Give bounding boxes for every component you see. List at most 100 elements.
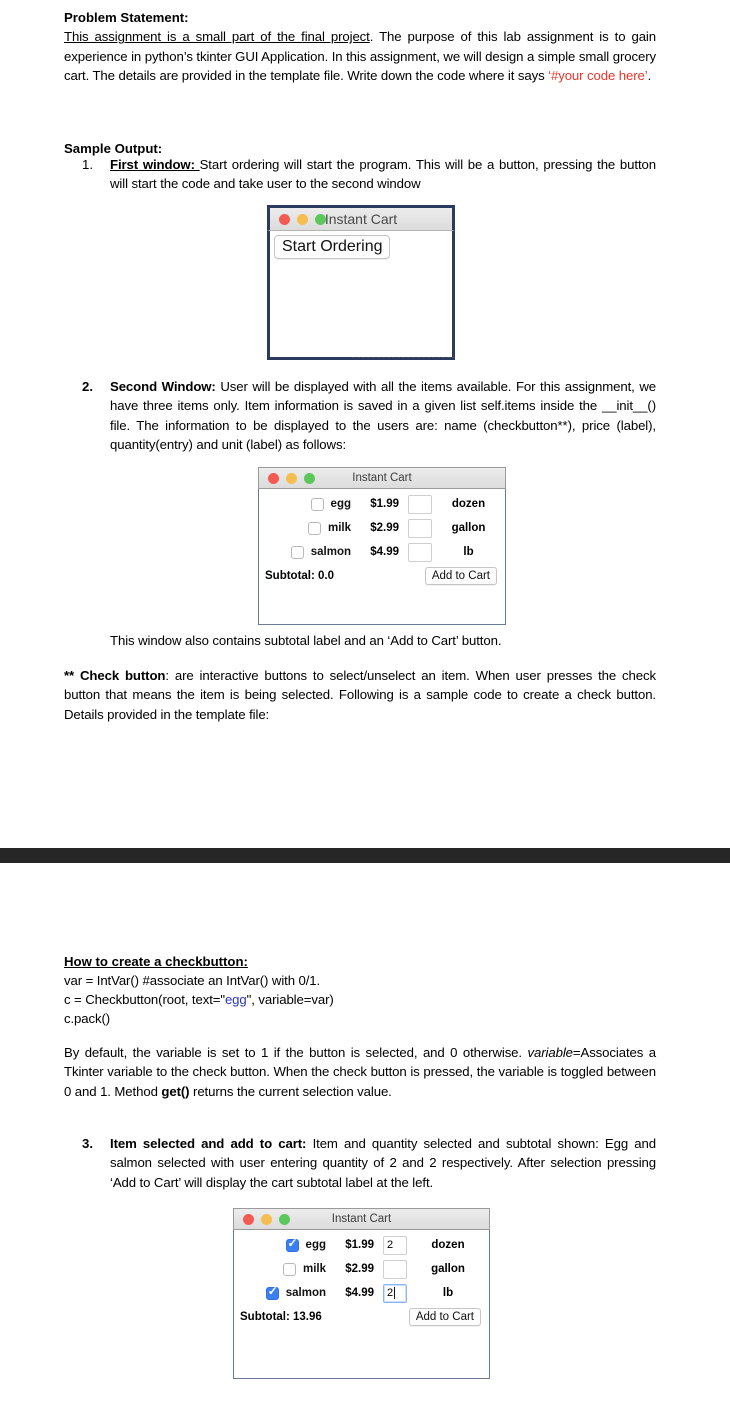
page-break-band <box>0 848 730 863</box>
default-note-part3: returns the current selection value. <box>189 1083 392 1099</box>
add-to-cart-button[interactable]: Add to Cart <box>424 567 497 585</box>
zoom-button-icon[interactable] <box>304 472 315 484</box>
list-item-3-text: Item selected and add to cart: Item and … <box>110 1134 656 1192</box>
item-price-label: $2.99 <box>345 1263 374 1275</box>
checkbutton-note-lead: ** Check button <box>64 668 166 683</box>
problem-statement-underlined: This assignment is a small part of the f… <box>64 29 370 45</box>
checkbox-unchecked-icon[interactable] <box>310 497 324 511</box>
problem-statement-period: . <box>647 68 652 84</box>
item-quantity-entry[interactable] <box>408 494 432 514</box>
list-item-3-lead: Item selected and add to cart: <box>110 1136 313 1151</box>
item-price-label: $1.99 <box>370 498 399 510</box>
item-quantity-entry[interactable]: 2 <box>383 1235 407 1255</box>
item-row: salmon $4.99 2 lb <box>234 1281 489 1305</box>
window-third-body: egg $1.99 2 dozen milk $2.99 gallon salmon $4.99… <box>234 1230 489 1305</box>
problem-statement-code-ref: ‘#your code here’ <box>548 68 648 84</box>
default-note-part1: By default, the variable is set to 1 if … <box>64 1045 528 1060</box>
code-string-egg: egg <box>224 992 247 1008</box>
window2-caption: This window also contains subtotal label… <box>110 633 502 648</box>
window-third-titlebar[interactable]: Instant Cart <box>233 1208 490 1230</box>
item-unit-label: dozen <box>451 498 486 510</box>
item-quantity-entry[interactable]: 2 <box>383 1283 407 1303</box>
list-item-2-lead: Second Window: <box>110 379 221 394</box>
checkbox-checked-icon[interactable] <box>285 1237 299 1252</box>
item-checkbutton[interactable]: egg <box>259 497 351 511</box>
window-third-footer: Subtotal: 13.96 Add to Cart <box>234 1305 489 1329</box>
start-ordering-button[interactable]: Start Ordering <box>274 235 391 259</box>
item-price-label: $4.99 <box>345 1287 374 1299</box>
window-first-traffic-lights[interactable] <box>279 213 326 225</box>
item-quantity-entry[interactable] <box>383 1259 407 1279</box>
minimize-button-icon[interactable] <box>297 213 308 225</box>
default-note-italic: variable <box>527 1045 573 1060</box>
problem-statement-heading: Problem Statement: <box>64 10 189 25</box>
list-item-2-number: 2. <box>82 379 93 394</box>
item-checkbutton[interactable]: salmon <box>259 545 351 559</box>
subtotal-label: Subtotal: 0.0 <box>265 570 335 582</box>
item-unit-label: lb <box>442 1287 454 1299</box>
item-quantity-entry[interactable] <box>408 518 432 538</box>
list-item-1-text: First window: Start ordering will start … <box>110 155 656 194</box>
item-price-label: $4.99 <box>370 546 399 558</box>
item-name-label: milk <box>327 522 351 534</box>
item-name-label: salmon <box>310 546 351 558</box>
howto-heading: How to create a checkbutton: <box>64 954 248 969</box>
code-line-1: var = IntVar() #associate an IntVar() wi… <box>64 973 321 989</box>
item-row: egg $1.99 2 dozen <box>234 1233 489 1257</box>
minimize-button-icon[interactable] <box>286 472 297 484</box>
item-unit-label: gallon <box>431 1263 465 1275</box>
window-third-traffic-lights[interactable] <box>243 1213 290 1225</box>
item-checkbutton[interactable]: egg <box>234 1237 326 1252</box>
close-button-icon[interactable] <box>268 472 279 484</box>
item-price-label: $2.99 <box>370 522 399 534</box>
default-note-text: By default, the variable is set to 1 if … <box>64 1043 656 1101</box>
document-page: Problem Statement: This assignment is a … <box>0 0 730 1424</box>
window-second[interactable]: Instant Cart egg $1.99 dozen milk $2.99 gallo… <box>258 467 506 625</box>
item-name-label: salmon <box>285 1287 326 1299</box>
checkbox-unchecked-icon[interactable] <box>307 521 321 535</box>
item-unit-label: dozen <box>431 1239 465 1251</box>
scan-artifact-line <box>352 357 455 358</box>
item-price-label: $1.99 <box>345 1239 374 1251</box>
code-line-3: c.pack() <box>64 1011 111 1027</box>
close-button-icon[interactable] <box>243 1213 254 1225</box>
window-second-traffic-lights[interactable] <box>268 472 315 484</box>
list-item-1: 1. First window: Start ordering will sta… <box>64 155 656 194</box>
default-note: By default, the variable is set to 1 if … <box>64 1043 656 1101</box>
window-first-body: Start Ordering <box>270 231 452 259</box>
item-row: milk $2.99 gallon <box>234 1257 489 1281</box>
window-third[interactable]: Instant Cart egg $1.99 2 dozen milk $2.99 gall… <box>233 1208 490 1379</box>
checkbutton-note: ** Check button: are interactive buttons… <box>64 666 656 724</box>
checkbox-unchecked-icon[interactable] <box>290 545 304 559</box>
code-line-2-pre: c = Checkbutton(root, text=" <box>64 992 225 1008</box>
item-row: egg $1.99 dozen <box>259 492 505 516</box>
window-first-titlebar[interactable]: Instant Cart <box>267 205 455 231</box>
minimize-button-icon[interactable] <box>261 1213 272 1225</box>
list-item-1-lead: First window: <box>110 157 200 172</box>
problem-statement-body: This assignment is a small part of the f… <box>64 27 656 85</box>
add-to-cart-button[interactable]: Add to Cart <box>408 1308 481 1326</box>
item-checkbutton[interactable]: milk <box>234 1262 326 1276</box>
code-line-2: c = Checkbutton(root, text="egg", variab… <box>64 990 656 1009</box>
window2-caption-wrap: This window also contains subtotal label… <box>110 631 656 650</box>
window-second-footer: Subtotal: 0.0 Add to Cart <box>259 564 505 588</box>
problem-statement-section: Problem Statement: This assignment is a … <box>64 8 656 86</box>
window-first[interactable]: Instant Cart Start Ordering <box>267 205 455 360</box>
item-quantity-entry[interactable] <box>408 542 432 562</box>
list-item-1-number: 1. <box>82 157 93 172</box>
item-checkbutton[interactable]: salmon <box>234 1285 326 1300</box>
code-line-2-post: ", variable=var) <box>246 992 334 1008</box>
zoom-button-icon[interactable] <box>315 213 326 225</box>
close-button-icon[interactable] <box>279 213 290 225</box>
item-checkbutton[interactable]: milk <box>259 521 351 535</box>
window-second-body: egg $1.99 dozen milk $2.99 gallon salmon $4.99 l… <box>259 489 505 564</box>
window-second-titlebar[interactable]: Instant Cart <box>258 467 506 489</box>
item-row: salmon $4.99 lb <box>259 540 505 564</box>
item-name-label: egg <box>330 498 351 510</box>
checkbox-unchecked-icon[interactable] <box>282 1262 296 1276</box>
checkbutton-note-text: ** Check button: are interactive buttons… <box>64 666 656 724</box>
zoom-button-icon[interactable] <box>279 1213 290 1225</box>
checkbox-checked-icon[interactable] <box>265 1285 279 1300</box>
default-note-bold: get() <box>161 1083 190 1099</box>
item-unit-label: lb <box>463 546 474 558</box>
